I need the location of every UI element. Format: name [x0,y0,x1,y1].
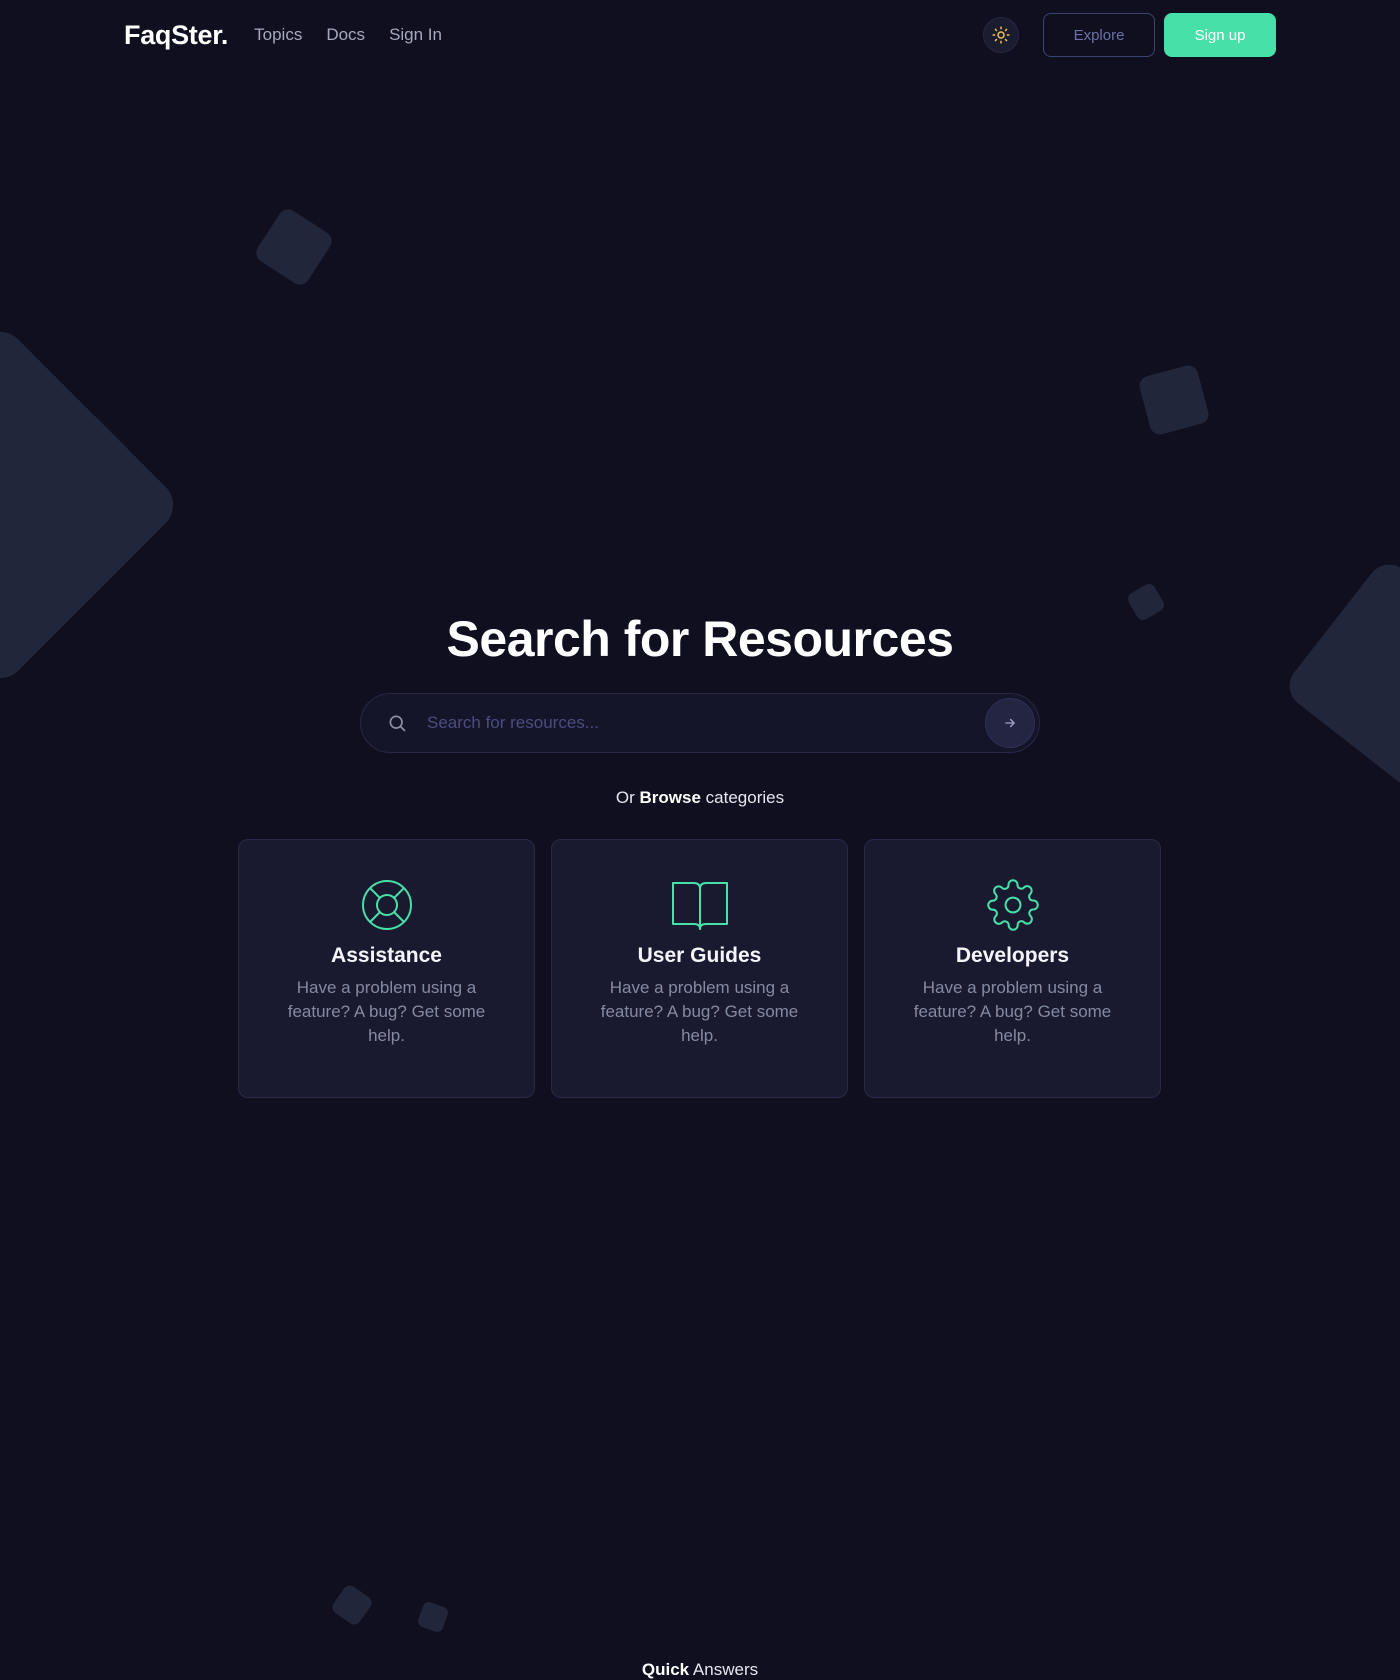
theme-toggle-button[interactable] [983,17,1019,53]
category-card-user-guides[interactable]: User Guides Have a problem using a featu… [551,839,848,1098]
search-input[interactable] [427,694,985,752]
book-open-icon [671,878,729,932]
decorative-square [1137,363,1211,437]
nav-link-docs[interactable]: Docs [326,25,365,45]
browse-categories-text: Or Browse categories [0,788,1400,808]
category-cards: Assistance Have a problem using a featur… [238,839,1161,1098]
card-title: User Guides [637,944,762,967]
decorative-square [1280,555,1400,795]
category-card-developers[interactable]: Developers Have a problem using a featur… [864,839,1161,1098]
card-description: Have a problem using a feature? A bug? G… [287,978,486,1045]
decorative-square [252,205,336,289]
header-actions: Explore Sign up [983,13,1276,57]
search-submit-button[interactable] [985,698,1035,748]
logo[interactable]: FaqSter. [124,20,228,51]
lifebuoy-icon [360,878,414,932]
browse-prefix: Or [615,788,635,807]
card-description: Have a problem using a feature? A bug? G… [600,978,799,1045]
browse-link[interactable]: Browse [640,788,701,807]
decorative-square [416,1600,450,1634]
main-nav: Topics Docs Sign In [254,25,442,45]
page: FaqSter. Topics Docs Sign In Explore Sig… [0,0,1400,1680]
search-bar [360,693,1040,753]
category-card-assistance[interactable]: Assistance Have a problem using a featur… [238,839,535,1098]
quick-answers-bold: Quick [641,1660,690,1679]
quick-answers-rest: Answers [692,1660,759,1679]
card-title: Assistance [331,944,442,967]
card-description: Have a problem using a feature? A bug? G… [913,978,1112,1045]
search-icon [387,713,407,733]
top-navbar: FaqSter. Topics Docs Sign In Explore Sig… [0,0,1400,70]
nav-link-topics[interactable]: Topics [254,25,302,45]
hero-title: Search for Resources [446,611,954,667]
card-title: Developers [955,944,1070,967]
gear-icon [986,878,1040,932]
arrow-right-icon [1005,718,1015,728]
browse-suffix: categories [705,788,785,807]
quick-answers-heading: Quick Answers [0,1660,1400,1680]
explore-button[interactable]: Explore [1043,13,1155,57]
nav-link-sign-in[interactable]: Sign In [389,25,442,45]
sign-up-button[interactable]: Sign up [1164,13,1276,57]
decorative-square [329,1582,375,1628]
sun-icon [992,26,1010,44]
